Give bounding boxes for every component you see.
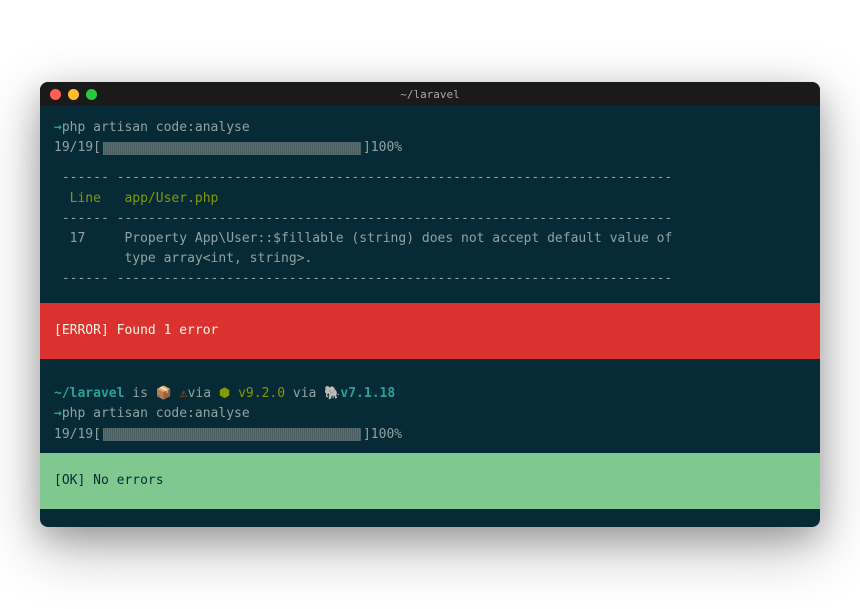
error-label: [ERROR] Found 1 error [54,323,218,338]
prompt-path: ~/laravel [54,386,124,401]
node-version: v9.2.0 [238,386,293,401]
zoom-icon[interactable] [86,89,97,100]
php-version: v7.1.18 [340,386,395,401]
table-divider: ------ ---------------------------------… [40,168,820,188]
ok-label: [OK] No errors [54,473,164,488]
bracket-close: ] [363,425,371,445]
warning-icon: ⚠ [180,386,188,401]
command-text: php artisan code:analyse [62,406,250,421]
progress-percent: 100% [371,425,402,445]
error-banner: [ERROR] Found 1 error [40,303,820,359]
window-title: ~/laravel [400,88,460,101]
progress-bar [103,428,361,441]
bracket-open: [ [93,425,101,445]
shell-prompt: ~/laravel is 📦 ⚠via ⬢ v9.2.0 via 🐘v7.1.1… [40,383,820,404]
table-header: Line app/User.php [40,189,820,209]
node-icon: ⬢ [219,386,230,401]
progress-bar [103,142,361,155]
bracket-close: ] [363,138,371,158]
command-line: →php artisan code:analyse [40,118,820,138]
table-divider: ------ ---------------------------------… [40,209,820,229]
via-text: via [188,386,219,401]
ok-banner: [OK] No errors [40,453,820,509]
progress-count: 19/19 [54,138,93,158]
close-icon[interactable] [50,89,61,100]
titlebar: ~/laravel [40,82,820,106]
prompt-arrow-icon: → [54,406,62,421]
command-text: php artisan code:analyse [62,120,250,135]
line-number: 17 [70,231,86,246]
terminal-content[interactable]: →php artisan code:analyse 19/19 [] 100% … [40,106,820,527]
via-text: via [293,386,324,401]
terminal-window: ~/laravel →php artisan code:analyse 19/1… [40,82,820,527]
elephant-icon: 🐘 [324,385,340,400]
prompt-is: is [124,386,155,401]
error-message-cont: type array<int, string>. [124,251,312,266]
table-row: type array<int, string>. [40,249,820,269]
progress-count: 19/19 [54,425,93,445]
window-controls [50,89,97,100]
error-message: Property App\User::$fillable (string) do… [124,231,672,246]
table-row: 17 Property App\User::$fillable (string)… [40,229,820,249]
progress-percent: 100% [371,138,402,158]
progress-line: 19/19 [] 100% [40,138,820,158]
prompt-arrow-icon: → [54,120,62,135]
command-line: →php artisan code:analyse [40,404,820,424]
bracket-open: [ [93,138,101,158]
progress-line: 19/19 [] 100% [40,425,820,445]
package-icon: 📦 [156,385,172,400]
col-file: app/User.php [124,191,218,206]
minimize-icon[interactable] [68,89,79,100]
table-divider: ------ ---------------------------------… [40,269,820,289]
col-line: Line [70,191,101,206]
